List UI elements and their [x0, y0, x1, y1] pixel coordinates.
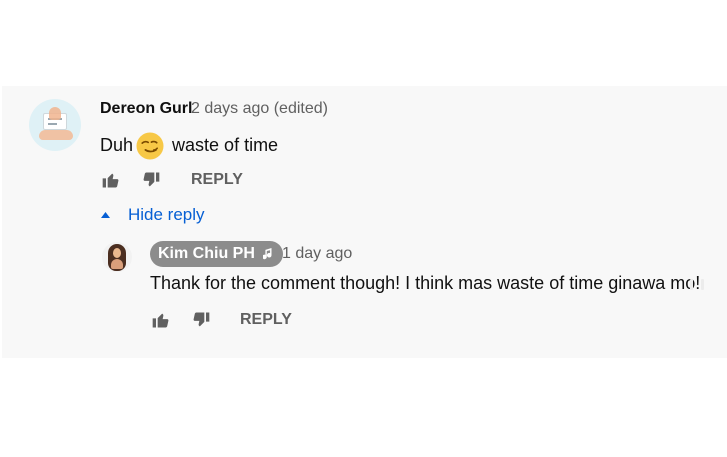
dislike-button[interactable]: [140, 169, 162, 191]
thumbs-down-icon: [141, 170, 161, 190]
overflow-mark: [690, 279, 693, 290]
overflow-mark: [701, 279, 704, 290]
thumbs-up-icon: [101, 170, 121, 190]
reply-actions: REPLY: [150, 308, 292, 332]
avatar[interactable]: [29, 99, 81, 151]
comment-text-suffix: waste of time: [172, 134, 279, 155]
comment-text-prefix: Duh: [100, 134, 134, 155]
comment-time-meta[interactable]: 2 days ago (edited): [191, 100, 328, 118]
music-note-icon: [262, 247, 275, 261]
reply-dislike-button[interactable]: [190, 309, 212, 331]
reply-reply-button[interactable]: REPLY: [240, 311, 292, 329]
thumbs-up-icon: [151, 310, 171, 330]
hide-reply-button[interactable]: Hide reply: [100, 205, 205, 225]
hide-reply-label: Hide reply: [128, 205, 205, 224]
like-button[interactable]: [100, 169, 122, 191]
body-icon: [111, 259, 123, 269]
youtube-comment-thread: Dereon Gurl 2 days ago (edited) Duh wast…: [0, 0, 727, 457]
reply-text: Thank for the comment though! I think ma…: [150, 273, 701, 293]
reply-like-button[interactable]: [150, 309, 172, 331]
smirking-face-icon: [135, 131, 165, 161]
palm-icon: [49, 107, 61, 120]
face-icon: [113, 248, 121, 258]
caret-up-icon: [100, 211, 111, 219]
reply-author-badge[interactable]: Kim Chiu PH: [150, 241, 283, 267]
reply-avatar[interactable]: [102, 242, 132, 272]
hand-icon: [39, 130, 73, 140]
reply-button[interactable]: REPLY: [191, 171, 243, 189]
comment-text: Duh waste of time: [100, 130, 278, 160]
thumbs-down-icon: [191, 310, 211, 330]
comment-author[interactable]: Dereon Gurl: [100, 100, 192, 118]
comment-actions: REPLY: [100, 168, 243, 192]
reply-time[interactable]: 1 day ago: [282, 245, 352, 263]
reply-author: Kim Chiu PH: [158, 245, 255, 262]
text-overflow-marks: [690, 279, 704, 290]
